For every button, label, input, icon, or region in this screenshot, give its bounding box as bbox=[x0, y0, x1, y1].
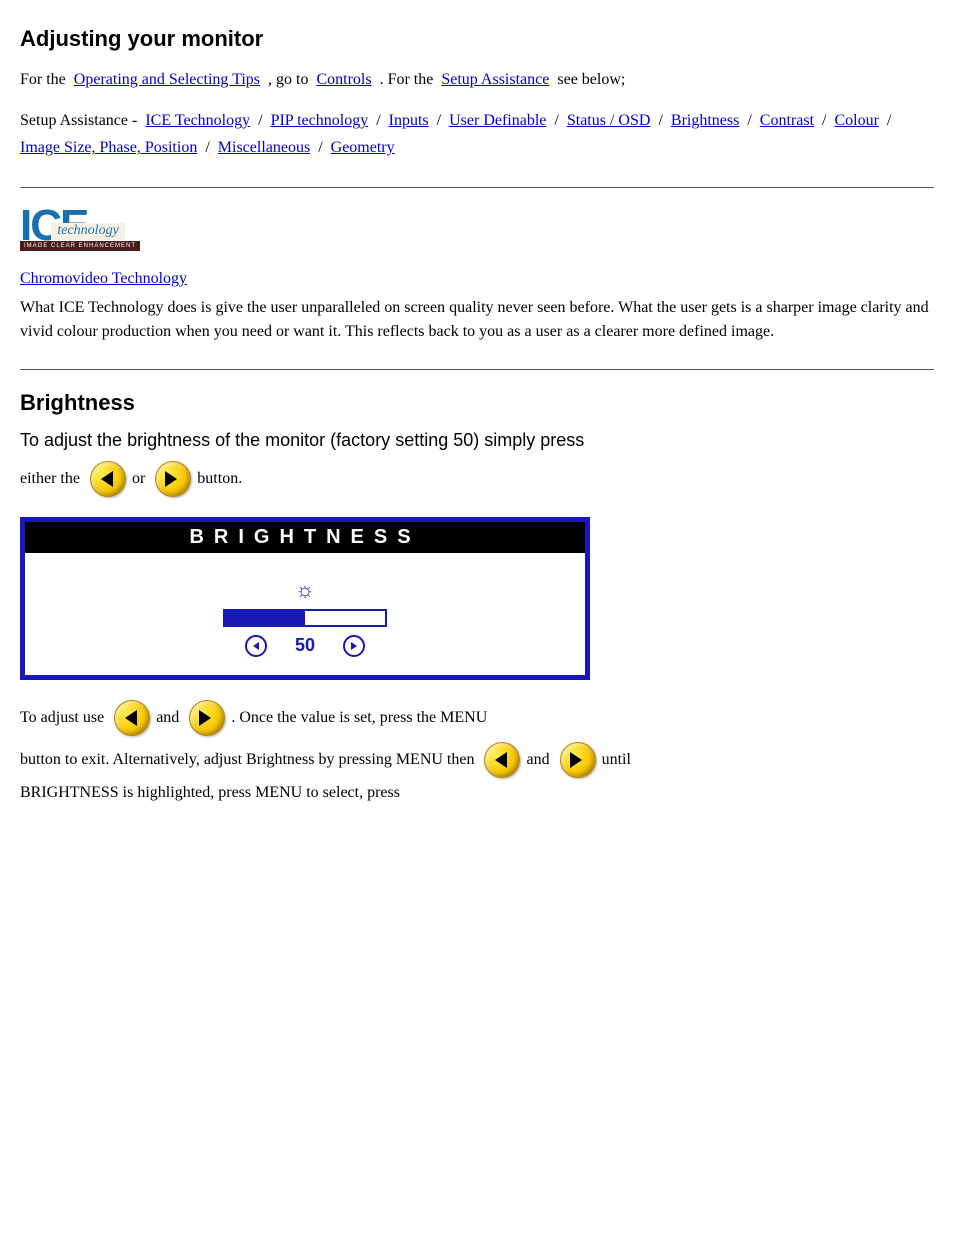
setup-list: Setup Assistance - ICE Technology / PIP … bbox=[20, 107, 934, 161]
right-arrow-button[interactable] bbox=[155, 461, 191, 497]
left-arrow-icon bbox=[101, 471, 113, 487]
link-status-osd[interactable]: Status / OSD bbox=[567, 112, 651, 129]
text: or bbox=[132, 470, 145, 488]
text: either the bbox=[20, 470, 80, 488]
text: and bbox=[156, 709, 179, 727]
brightness-progress-bar bbox=[223, 609, 387, 627]
link-controls[interactable]: Controls bbox=[316, 71, 371, 88]
link-inputs[interactable]: Inputs bbox=[389, 112, 429, 129]
link-geometry[interactable]: Geometry bbox=[331, 139, 395, 156]
right-arrow-button[interactable] bbox=[189, 700, 225, 736]
slash: / bbox=[437, 112, 441, 129]
text: button to exit. Alternatively, adjust Br… bbox=[20, 751, 474, 769]
osd-title: BRIGHTNESS bbox=[25, 522, 585, 553]
link-miscellaneous[interactable]: Miscellaneous bbox=[218, 139, 310, 156]
setup-prefix: Setup Assistance - bbox=[20, 112, 137, 129]
left-arrow-button[interactable] bbox=[484, 742, 520, 778]
text: and bbox=[526, 751, 549, 769]
left-arrow-button[interactable] bbox=[90, 461, 126, 497]
intro-line: For the Operating and Selecting Tips , g… bbox=[20, 66, 934, 93]
divider bbox=[20, 187, 934, 188]
left-arrow-icon bbox=[125, 710, 137, 726]
slash: / bbox=[747, 112, 751, 129]
text: . For the bbox=[380, 71, 438, 88]
link-chromovideo[interactable]: Chromovideo Technology bbox=[20, 270, 187, 287]
link-brightness[interactable]: Brightness bbox=[671, 112, 739, 129]
divider bbox=[20, 369, 934, 370]
right-arrow-icon bbox=[199, 710, 211, 726]
osd-value: 50 bbox=[295, 635, 315, 656]
ice-logo-block: ICE technology IMAGE CLEAR ENHANCEMENT bbox=[20, 206, 934, 253]
brightness-sun-icon: ☼ bbox=[295, 577, 315, 603]
brightness-heading: Brightness bbox=[20, 390, 934, 416]
ice-description: What ICE Technology does is give the use… bbox=[20, 296, 934, 344]
ice-logo-sub: technology bbox=[51, 223, 124, 240]
right-arrow-button[interactable] bbox=[560, 742, 596, 778]
right-arrow-icon bbox=[165, 471, 177, 487]
link-contrast[interactable]: Contrast bbox=[760, 112, 814, 129]
text: . Once the value is set, press the MENU bbox=[231, 709, 487, 727]
text: see below; bbox=[557, 71, 625, 88]
slash: / bbox=[205, 139, 209, 156]
left-arrow-button[interactable] bbox=[114, 700, 150, 736]
slash: / bbox=[376, 112, 380, 129]
slash: / bbox=[318, 139, 322, 156]
text: BRIGHTNESS is highlighted, press MENU to… bbox=[20, 784, 400, 802]
slash: / bbox=[258, 112, 262, 129]
slash: / bbox=[887, 112, 891, 129]
link-user-definable[interactable]: User Definable bbox=[449, 112, 546, 129]
text: until bbox=[602, 751, 631, 769]
text: , go to bbox=[268, 71, 312, 88]
slash: / bbox=[554, 112, 558, 129]
osd-right-arrow-icon bbox=[343, 635, 365, 657]
text: For the bbox=[20, 71, 70, 88]
osd-left-arrow-icon bbox=[245, 635, 267, 657]
link-setup-assistance[interactable]: Setup Assistance bbox=[441, 71, 549, 88]
slash: / bbox=[822, 112, 826, 129]
link-image-size[interactable]: Image Size, Phase, Position bbox=[20, 139, 197, 156]
slash: / bbox=[658, 112, 662, 129]
link-ice-technology[interactable]: ICE Technology bbox=[145, 112, 250, 129]
right-arrow-icon bbox=[570, 752, 582, 768]
brightness-intro: To adjust the brightness of the monitor … bbox=[20, 426, 934, 455]
osd-brightness-panel: BRIGHTNESS ☼ 50 bbox=[20, 517, 590, 680]
text: button. bbox=[197, 470, 242, 488]
link-colour[interactable]: Colour bbox=[834, 112, 878, 129]
link-pip-technology[interactable]: PIP technology bbox=[271, 112, 369, 129]
text: To adjust use bbox=[20, 709, 104, 727]
link-operating-tips[interactable]: Operating and Selecting Tips bbox=[74, 71, 260, 88]
page-title: Adjusting your monitor bbox=[20, 26, 934, 52]
brightness-progress-fill bbox=[225, 611, 305, 625]
left-arrow-icon bbox=[495, 752, 507, 768]
